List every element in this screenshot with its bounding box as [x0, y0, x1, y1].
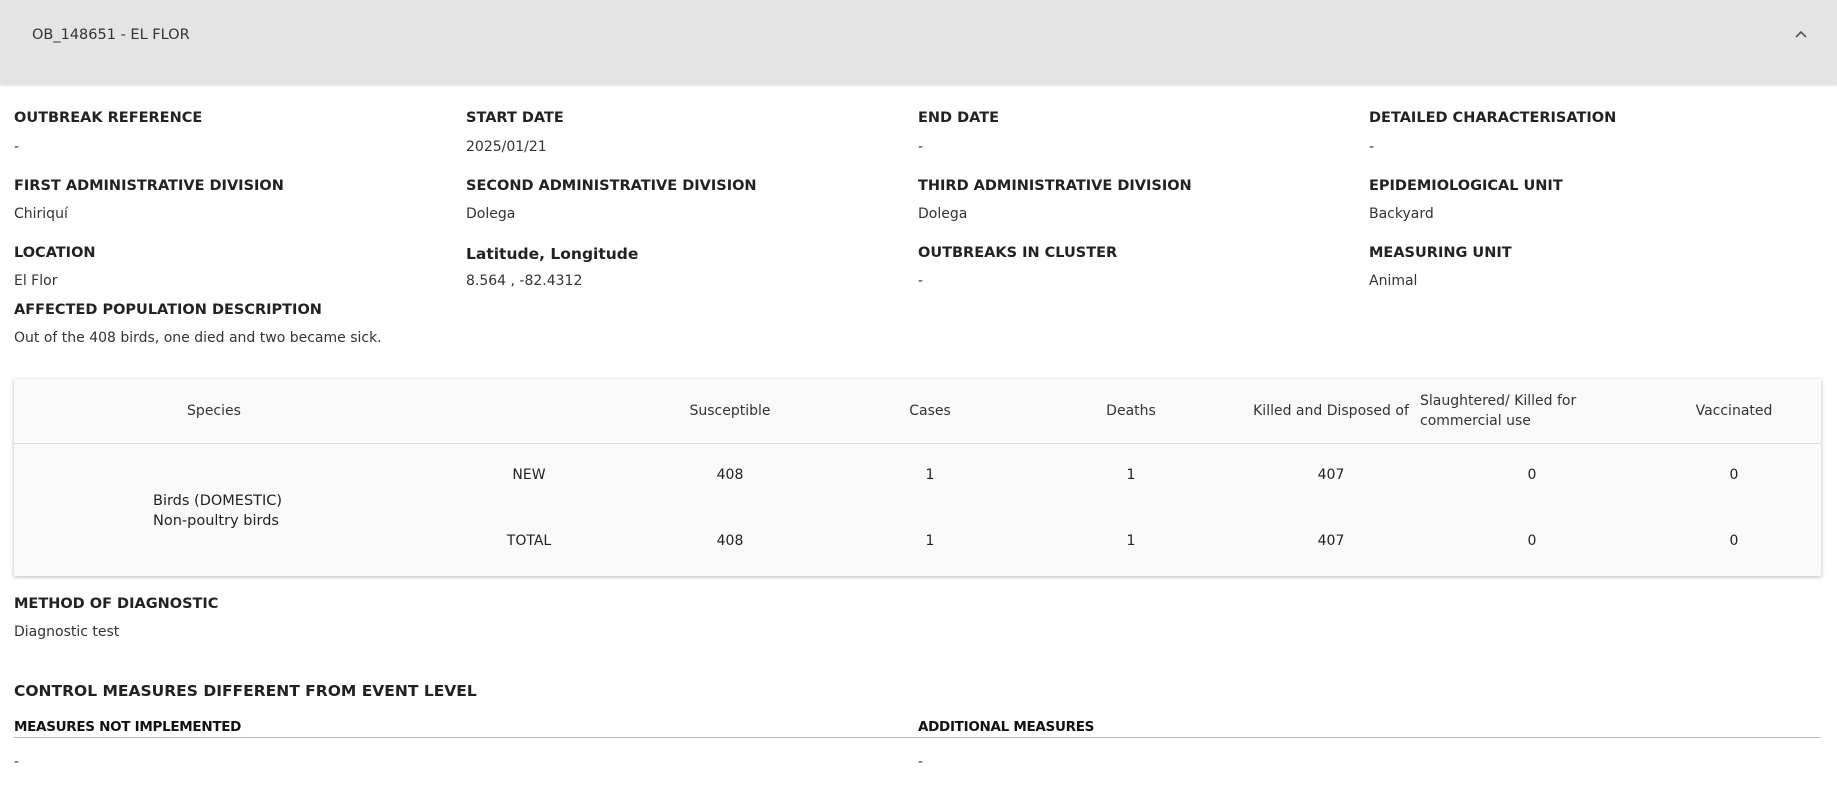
species-subtype: Non-poultry birds: [153, 513, 279, 529]
measures-not-implemented-label: MEASURES NOT IMPLEMENTED: [14, 719, 242, 735]
killed-cell: 407: [1317, 533, 1345, 549]
vaccinated-cell: 0: [1729, 533, 1739, 549]
epidemiological-unit-value: Backyard: [1369, 206, 1434, 222]
end-date-label: END DATE: [918, 110, 1000, 126]
affected-population-label: AFFECTED POPULATION DESCRIPTION: [14, 302, 322, 318]
measuring-unit-value: Animal: [1369, 273, 1418, 289]
deaths-cell: 1: [1126, 467, 1136, 483]
row-type: TOTAL: [506, 533, 552, 549]
outbreak-reference-value: -: [14, 139, 20, 155]
cases-cell: 1: [925, 467, 935, 483]
species-name: Birds (DOMESTIC): [153, 493, 283, 509]
slaughtered-header: Slaughtered/ Killed for commercial use: [1420, 393, 1577, 429]
start-date-value: 2025/01/21: [466, 139, 547, 155]
location-label: LOCATION: [14, 245, 96, 261]
detailed-characterisation-label: DETAILED CHARACTERISATION: [1369, 110, 1617, 126]
additional-measures-value: -: [918, 754, 924, 770]
slaughtered-cell: 0: [1527, 533, 1537, 549]
susceptible-cell: 408: [716, 533, 744, 549]
lat-long-label: Latitude, Longitude: [466, 245, 639, 263]
susceptible-cell: 408: [716, 467, 744, 483]
affected-population-value: Out of the 408 birds, one died and two b…: [14, 330, 382, 346]
outbreaks-in-cluster-value: -: [918, 273, 924, 289]
species-header: Species: [187, 403, 241, 419]
additional-measures-label: ADDITIONAL MEASURES: [918, 719, 1095, 735]
killed-cell: 407: [1317, 467, 1345, 483]
detailed-characterisation-value: -: [1369, 139, 1375, 155]
start-date-label: START DATE: [466, 110, 564, 126]
deaths-header: Deaths: [1106, 403, 1156, 419]
second-admin-division-value: Dolega: [466, 206, 516, 222]
lat-long-value: 8.564 , -82.4312: [466, 273, 583, 289]
slaughtered-cell: 0: [1527, 467, 1537, 483]
outbreak-panel-header[interactable]: OB_148651 - EL FLOR: [0, 0, 1837, 84]
second-admin-division-label: SECOND ADMINISTRATIVE DIVISION: [466, 178, 757, 194]
outbreak-title: OB_148651 - EL FLOR: [32, 27, 190, 43]
first-admin-division-label: FIRST ADMINISTRATIVE DIVISION: [14, 178, 284, 194]
diagnostic-value: Diagnostic test: [14, 624, 120, 640]
measures-not-implemented-value: -: [14, 754, 20, 770]
first-admin-division-value: Chiriquí: [14, 206, 68, 222]
table-header-row: Species Susceptible Cases Deaths Killed …: [14, 379, 1821, 444]
vaccinated-header: Vaccinated: [1695, 403, 1773, 419]
divider: [918, 737, 1821, 738]
cases-cell: 1: [925, 533, 935, 549]
cases-header: Cases: [909, 403, 951, 419]
location-value: El Flor: [14, 273, 58, 289]
species-cell: Birds (DOMESTIC) Non-poultry birds: [153, 491, 282, 531]
outbreak-reference-label: OUTBREAK REFERENCE: [14, 110, 203, 126]
affected-population-table: Species Susceptible Cases Deaths Killed …: [14, 379, 1821, 576]
end-date-value: -: [918, 139, 924, 155]
susceptible-header: Susceptible: [689, 403, 771, 419]
measuring-unit-label: MEASURING UNIT: [1369, 245, 1512, 261]
control-measures-title: CONTROL MEASURES DIFFERENT FROM EVENT LE…: [14, 682, 477, 700]
epidemiological-unit-label: EPIDEMIOLOGICAL UNIT: [1369, 178, 1563, 194]
vaccinated-cell: 0: [1729, 467, 1739, 483]
killed-header: Killed and Disposed of: [1253, 403, 1409, 419]
third-admin-division-value: Dolega: [918, 206, 968, 222]
diagnostic-label: METHOD OF DIAGNOSTIC: [14, 596, 219, 612]
row-type: NEW: [512, 467, 546, 483]
third-admin-division-label: THIRD ADMINISTRATIVE DIVISION: [918, 178, 1192, 194]
outbreaks-in-cluster-label: OUTBREAKS IN CLUSTER: [918, 245, 1118, 261]
deaths-cell: 1: [1126, 533, 1136, 549]
divider: [14, 737, 918, 738]
chevron-up-icon[interactable]: [1793, 26, 1809, 42]
